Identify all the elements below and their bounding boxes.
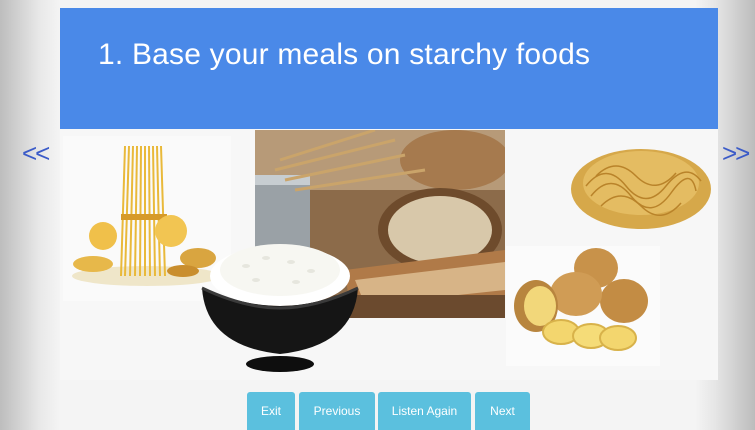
noodles-image: [566, 131, 716, 241]
slide-title: 1. Base your meals on starchy foods: [98, 38, 591, 71]
next-slide-arrow[interactable]: >>: [722, 138, 750, 169]
exit-button[interactable]: Exit: [247, 392, 295, 430]
rice-image: [196, 236, 364, 378]
title-bar: 1. Base your meals on starchy foods: [60, 8, 718, 129]
next-button[interactable]: Next: [475, 392, 530, 430]
previous-slide-arrow[interactable]: <<: [22, 138, 50, 169]
potatoes-image: [506, 246, 660, 366]
previous-button[interactable]: Previous: [299, 392, 375, 430]
listen-again-button[interactable]: Listen Again: [378, 392, 471, 430]
